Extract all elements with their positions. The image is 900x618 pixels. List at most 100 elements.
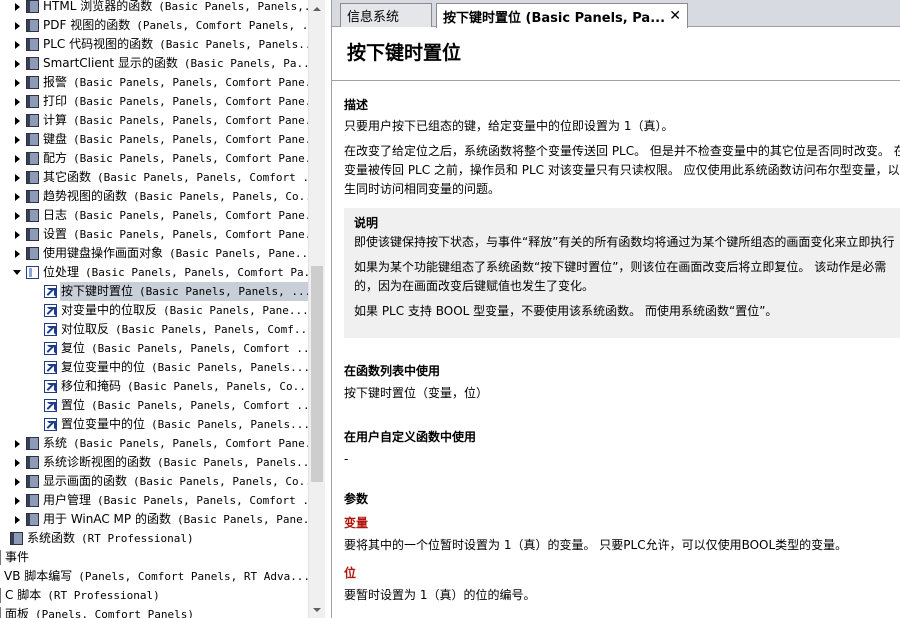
tree-item-label: 键盘 (Basic Panels, Panels, Comfort Pane... [42,130,308,149]
tree-folder-item[interactable]: 计算 (Basic Panels, Panels, Comfort Pane... [0,111,308,130]
expand-arrow-icon[interactable] [12,510,22,529]
tree-folder-item[interactable]: PDF 视图的函数 (Panels, Comfort Panels, ... [0,16,308,35]
triangle-right-icon [14,477,20,486]
tree-item-scope: (Basic Panels, Panels, Co... [133,190,308,203]
scroll-up-button[interactable] [309,0,325,17]
tree-folder-item[interactable]: 位处理 (Basic Panels, Panels, Comfort Pa... [0,263,308,282]
tree-item-scope: (Basic Panels, Panels... [159,38,308,51]
book-icon [26,437,39,450]
expand-arrow-icon[interactable] [12,491,22,510]
parameter-bit-name: 位 [344,566,357,580]
tree-item-scope: (Panels, Comfort Panels) [35,608,194,618]
tree-item-scope: (Panels, Comfort Panels, RT Adva... [78,570,308,583]
tree-folder-item[interactable]: 系统 (Basic Panels, Panels, Comfort Pane... [0,434,308,453]
tree-folder-item[interactable]: 趋势视图的函数 (Basic Panels, Panels, Co... [0,187,308,206]
tree-folder-item[interactable]: VB 脚本编写 (Panels, Comfort Panels, RT Adva.… [0,567,308,586]
expand-arrow-icon[interactable] [12,434,22,453]
tree-item-title: 使用键盘操作画面对象 [43,246,164,260]
tree-folder-item[interactable]: 报警 (Basic Panels, Panels, Comfort Pane... [0,73,308,92]
tree-item-label: 系统 (Basic Panels, Panels, Comfort Pane... [42,434,308,453]
expand-arrow-icon[interactable] [12,111,22,130]
tree-topic-item[interactable]: 移位和掩码 (Basic Panels, Panels, Co... [0,377,308,396]
scroll-down-button[interactable] [309,601,325,618]
tab-current-topic[interactable]: 按下键时置位 (Basic Panels, Pa... ✕ [436,3,688,28]
tree-folder-item[interactable]: 事件 [0,548,308,567]
book-icon [26,152,39,165]
page-icon [44,418,57,431]
tree-item-scope: (Basic Panels, Panels, Comfort Pane... [73,76,308,89]
tree-folder-item[interactable]: 其它函数 (Basic Panels, Panels, Comfort ... [0,168,308,187]
book-icon [26,475,39,488]
close-icon[interactable]: ✕ [669,8,681,24]
collapse-arrow-icon[interactable] [12,263,22,282]
tree-topic-item[interactable]: 复位变量中的位 (Basic Panels, Panels... [0,358,308,377]
help-topic-tree: HTML 浏览器的函数 (Basic Panels, Panels,... PDF … [0,0,308,618]
tree-topic-item[interactable]: 复位 (Basic Panels, Panels, Comfort ... [0,339,308,358]
tree-item-scope: (Basic Panels, Panels, Comfort Pane... [73,95,308,108]
expand-arrow-icon[interactable] [12,73,22,92]
expand-arrow-icon[interactable] [12,206,22,225]
expand-arrow-icon[interactable] [12,92,22,111]
tree-item-scope: (Basic Panels, Panels, Comfort Pane... [73,133,308,146]
description-heading: 描述 [344,98,369,112]
expand-arrow-icon[interactable] [12,149,22,168]
tree-folder-item[interactable]: 使用键盘操作画面对象 (Basic Panels, Pane... [0,244,308,263]
tree-folder-item[interactable]: SmartClient 显示的函数 (Basic Panels, Pa... [0,54,308,73]
expand-arrow-icon[interactable] [12,130,22,149]
expand-arrow-icon[interactable] [12,54,22,73]
expand-arrow-icon[interactable] [12,453,22,472]
help-content-pane: 信息系统 按下键时置位 (Basic Panels, Pa... ✕ 按下键时置… [331,0,900,618]
chevron-down-icon [313,607,321,612]
document-view: 按下键时置位 描述 只要用户按下已组态的键，给定变量中的位即设置为 1（真）。 … [332,28,900,618]
chevron-up-icon [313,6,321,11]
triangle-right-icon [14,78,20,87]
tree-item-scope: (RT Professional) [81,532,194,545]
tree-folder-item[interactable]: 配方 (Basic Panels, Panels, Comfort Pane... [0,149,308,168]
tree-folder-item[interactable]: 系统诊断视图的函数 (Basic Panels, Panels... [0,453,308,472]
tree-folder-item[interactable]: 设置 (Basic Panels, Panels, Comfort Pane... [0,225,308,244]
note-paragraph-2-line-1: 如果为某个功能键组态了系统函数“按下键时置位”，则该位在画面改变后将立即复位。 … [354,260,887,274]
tree-topic-item[interactable]: 对变量中的位取反 (Basic Panels, Pane... [0,301,308,320]
tree-folder-item[interactable]: 面板 (Panels, Comfort Panels) [0,605,308,618]
expand-arrow-icon[interactable] [12,0,22,16]
tree-folder-item[interactable]: 用于 WinAC MP 的函数 (Basic Panels, Pane... [0,510,308,529]
tree-item-label: 对变量中的位取反 (Basic Panels, Pane... [60,301,308,320]
tree-folder-item[interactable]: 日志 (Basic Panels, Panels, Comfort Pane... [0,206,308,225]
expand-arrow-icon[interactable] [12,16,22,35]
tree-topic-item[interactable]: 按下键时置位 (Basic Panels, Panels, ... [0,282,308,301]
function-list-text: 按下键时置位（变量，位） [344,386,489,400]
user-function-heading: 在用户自定义函数中使用 [344,430,477,444]
tree-item-scope: (Basic Panels, Panels, Comf... [115,323,308,336]
tree-folder-item[interactable]: C 脚本 (RT Professional) [0,586,308,605]
tree-item-title: 对变量中的位取反 [61,303,158,317]
tree-topic-item[interactable]: 置位变量中的位 (Basic Panels, Panels... [0,415,308,434]
tree-folder-item[interactable]: 用户管理 (Basic Panels, Panels, Comfort ... [0,491,308,510]
tree-folder-item[interactable]: HTML 浏览器的函数 (Basic Panels, Panels,... [0,0,308,16]
tab-information-system[interactable]: 信息系统 [340,3,432,27]
tree-folder-item[interactable]: 系统函数 (RT Professional) [0,529,308,548]
expand-arrow-icon[interactable] [12,244,22,263]
triangle-right-icon [14,40,20,49]
expand-arrow-icon[interactable] [12,225,22,244]
tree-topic-item[interactable]: 对位取反 (Basic Panels, Panels, Comf... [0,320,308,339]
tree-item-title: 置位 [61,398,86,412]
tree-folder-item[interactable]: 键盘 (Basic Panels, Panels, Comfort Pane... [0,130,308,149]
page-icon [44,399,57,412]
tree-item-scope: (Basic Panels, Panels, Comfort ... [91,342,308,355]
tree-topic-item[interactable]: 置位 (Basic Panels, Panels, Comfort ... [0,396,308,415]
scroll-thumb[interactable] [311,266,323,482]
tree-folder-item[interactable]: 显示画面的函数 (Basic Panels, Panels, Co... [0,472,308,491]
tree-item-title: 系统函数 [27,531,76,545]
tree-folder-item[interactable]: 打印 (Basic Panels, Panels, Comfort Pane... [0,92,308,111]
note-box: 说明 即使该键保持按下状态，与事件“释放”有关的所有函数均将通过为某个键所组态的… [344,208,900,338]
tree-item-title: 复位 [61,341,86,355]
triangle-right-icon [14,230,20,239]
expand-arrow-icon[interactable] [12,472,22,491]
expand-arrow-icon[interactable] [12,187,22,206]
tree-vertical-scrollbar[interactable] [308,0,325,618]
book-icon [26,456,39,469]
expand-arrow-icon[interactable] [12,35,22,54]
expand-arrow-icon[interactable] [12,168,22,187]
tree-item-label: 趋势视图的函数 (Basic Panels, Panels, Co... [42,187,308,206]
tree-folder-item[interactable]: PLC 代码视图的函数 (Basic Panels, Panels... [0,35,308,54]
